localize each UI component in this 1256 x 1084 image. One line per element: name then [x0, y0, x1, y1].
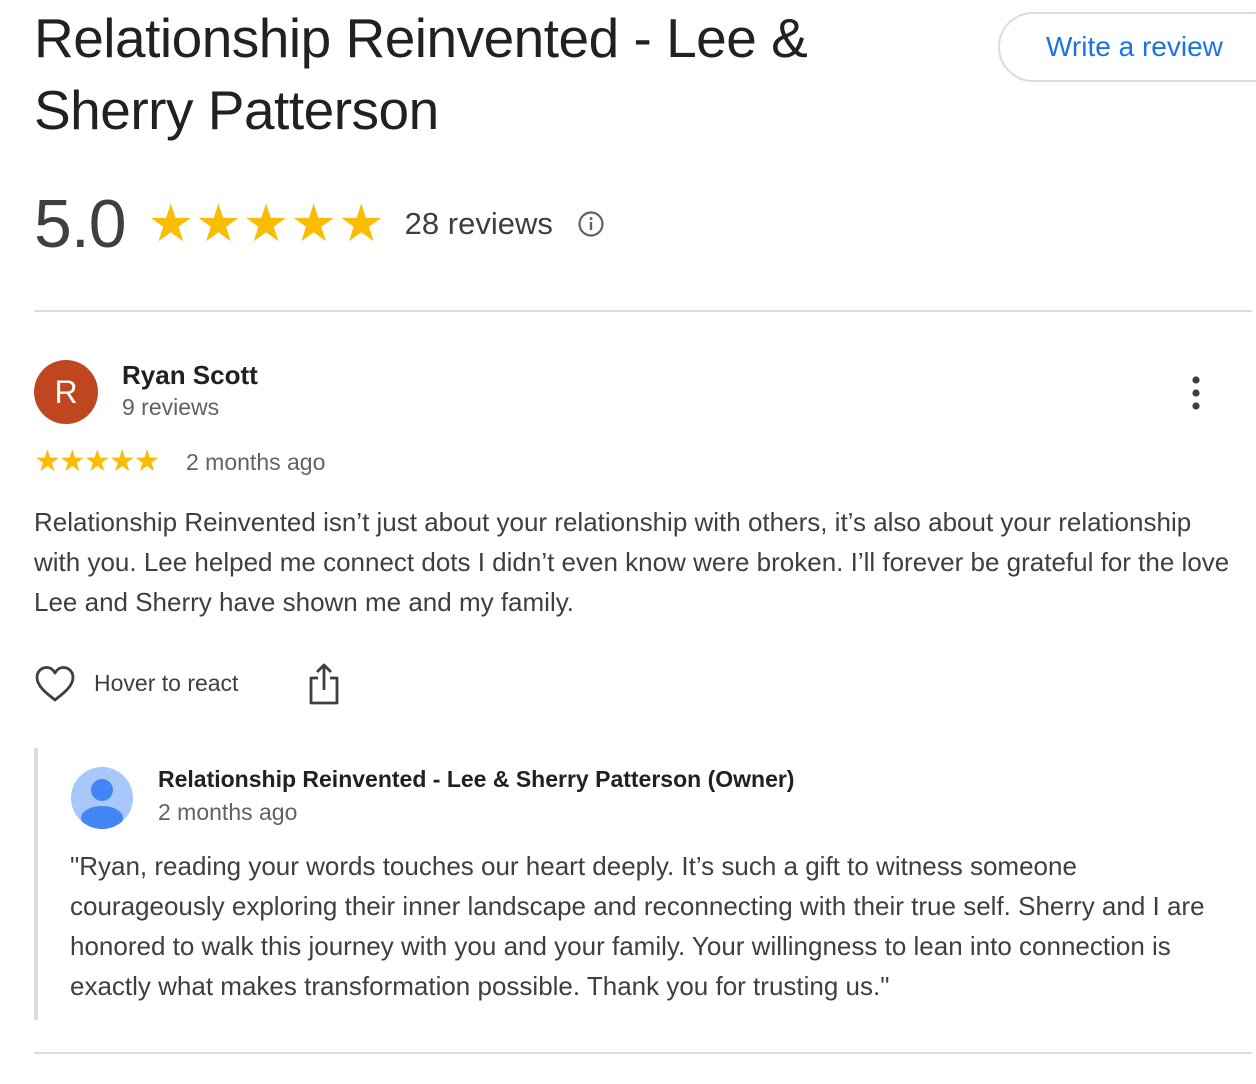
owner-reply-date: 2 months ago — [158, 799, 298, 825]
review-stars: ★ ★ ★ ★ ★ — [34, 445, 161, 478]
star-icon: ★ — [195, 195, 242, 253]
rating-summary: 5.0 ★ ★ ★ ★ ★ 28 reviews — [34, 184, 605, 264]
reviewer-review-count: 9 reviews — [122, 394, 220, 420]
react-label[interactable]: Hover to react — [94, 670, 238, 697]
person-avatar-icon — [71, 767, 133, 829]
avatar[interactable]: R — [34, 360, 98, 424]
star-icon: ★ — [133, 445, 161, 478]
reply-indent-bar — [34, 748, 38, 1020]
rating-stars: ★ ★ ★ ★ ★ — [148, 198, 385, 250]
review-date: 2 months ago — [186, 449, 326, 475]
write-review-button[interactable]: Write a review — [998, 12, 1256, 82]
owner-name: Relationship Reinvented - Lee & Sherry P… — [158, 766, 795, 792]
owner-reply-text: "Ryan, reading your words touches our he… — [70, 851, 1205, 1001]
star-icon: ★ — [147, 195, 195, 253]
star-icon: ★ — [83, 445, 111, 478]
review-count: 28 reviews — [404, 206, 553, 241]
share-icon[interactable] — [306, 662, 342, 706]
star-icon: ★ — [338, 195, 385, 253]
heart-icon[interactable] — [34, 664, 76, 704]
divider — [34, 310, 1252, 312]
review-text: Relationship Reinvented isn’t just about… — [34, 507, 1230, 617]
star-icon: ★ — [108, 445, 136, 478]
divider — [34, 1052, 1252, 1054]
info-icon[interactable] — [577, 210, 605, 238]
reviewer-name[interactable]: Ryan Scott — [122, 360, 258, 391]
average-rating: 5.0 — [34, 186, 127, 262]
star-icon: ★ — [58, 445, 86, 478]
star-icon: ★ — [34, 445, 61, 478]
more-vert-icon[interactable] — [1182, 374, 1210, 412]
star-icon: ★ — [290, 195, 338, 253]
star-icon: ★ — [242, 195, 290, 253]
business-title: Relationship Reinvented - Lee & Sherry P… — [34, 7, 808, 141]
